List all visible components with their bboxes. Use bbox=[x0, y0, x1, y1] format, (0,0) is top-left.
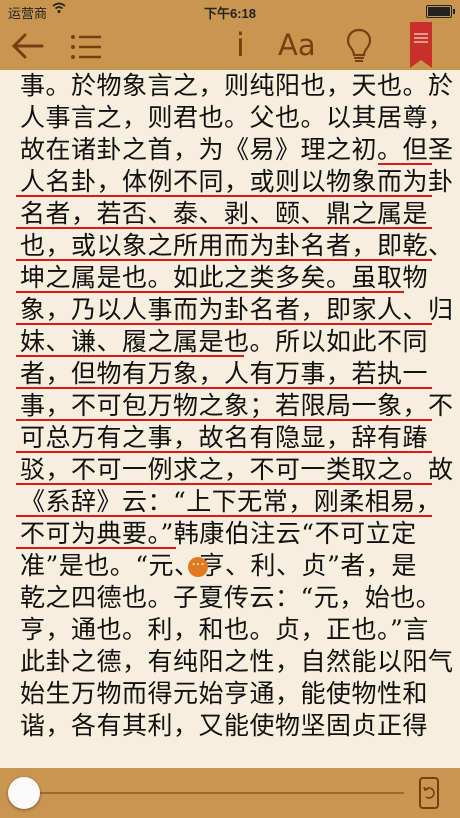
battery-icon bbox=[426, 5, 455, 18]
highlight-underline bbox=[16, 259, 432, 261]
text-line: 始生万物而得元始亨通，能使物性和 bbox=[20, 679, 429, 708]
highlight-underline bbox=[16, 515, 432, 517]
back-arrow-icon[interactable] bbox=[10, 32, 44, 60]
highlight-underline bbox=[16, 419, 432, 421]
text-line: 此卦之德，有纯阳之性，自然能以阳气 bbox=[20, 647, 454, 676]
text-line: 准”是也。“元、亨、利、贞”者，是 bbox=[20, 551, 417, 580]
highlight-underline bbox=[16, 291, 404, 293]
highlight-underline bbox=[16, 547, 176, 549]
rotate-screen-icon[interactable] bbox=[416, 776, 442, 810]
highlight-underline bbox=[16, 451, 432, 453]
highlight-underline bbox=[16, 227, 432, 229]
highlight-underline bbox=[16, 355, 244, 357]
highlight-underline bbox=[16, 387, 432, 389]
progress-slider-track[interactable] bbox=[24, 792, 404, 794]
highlight-underline bbox=[16, 195, 432, 197]
reader-page[interactable]: 事。於物象言之，则纯阳也，天也。於 人事言之，则君也。父也。以其居尊， 故在诸卦… bbox=[0, 70, 460, 768]
text-line: 乾之四德也。子夏传云：“元，始也。 bbox=[20, 583, 442, 612]
table-of-contents-icon[interactable] bbox=[70, 34, 102, 60]
info-icon[interactable]: i bbox=[236, 26, 245, 64]
highlight-underline bbox=[378, 163, 432, 165]
font-settings-icon[interactable]: Aa bbox=[278, 28, 316, 62]
bookmark-ribbon-icon[interactable] bbox=[410, 22, 432, 68]
text-line: 人事言之，则君也。父也。以其居尊， bbox=[20, 103, 454, 132]
note-marker-icon[interactable]: ··· bbox=[188, 557, 208, 577]
text-line: 亨，通也。利，和也。贞，正也。”言 bbox=[20, 615, 429, 644]
lightbulb-icon[interactable] bbox=[346, 28, 372, 64]
text-line: 事。於物象言之，则纯阳也，天也。於 bbox=[20, 71, 454, 100]
bottom-bar bbox=[0, 768, 460, 818]
clock: 下午6:18 bbox=[203, 6, 257, 21]
progress-slider-thumb[interactable] bbox=[8, 777, 40, 809]
highlight-underline bbox=[16, 483, 432, 485]
highlight-underline bbox=[16, 323, 432, 325]
reader-toolbar: i Aa bbox=[0, 22, 460, 70]
status-bar: 运营商 下午6:18 bbox=[0, 0, 460, 22]
text-line: 谐，各有其利，又能使物坚固贞正得 bbox=[20, 711, 429, 740]
